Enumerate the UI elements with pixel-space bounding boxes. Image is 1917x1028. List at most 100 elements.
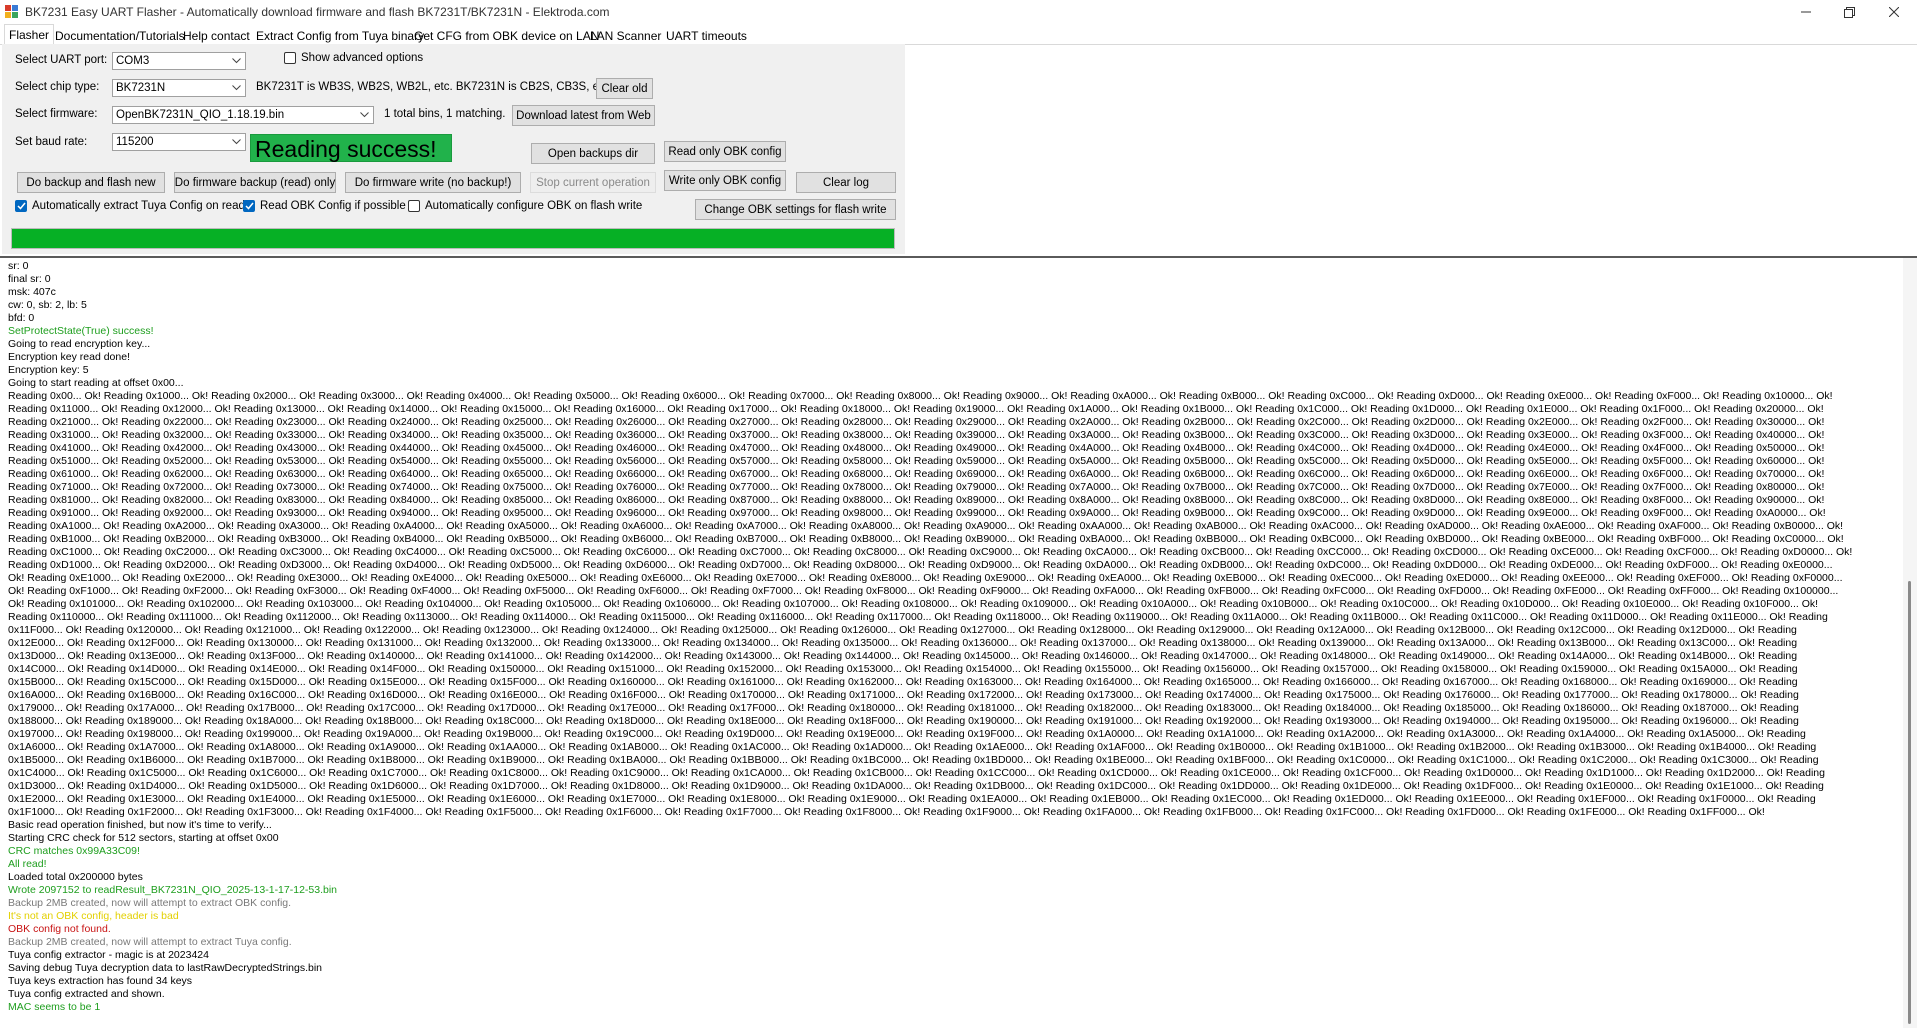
chevron-down-icon: [229, 134, 243, 150]
tab-documentation[interactable]: Documentation/Tutorials: [50, 26, 190, 44]
log-line: Encryption key read done!: [8, 351, 130, 363]
stop-operation-button[interactable]: Stop current operation: [530, 172, 656, 193]
log-output: sr: 0 final sr: 0 msk: 407c cw: 0, sb: 2, l…: [8, 260, 1900, 1014]
uart-port-value: COM3: [116, 55, 150, 67]
progress-bar: [11, 228, 895, 249]
maximize-icon[interactable]: [1826, 0, 1872, 24]
firmware-note: 1 total bins, 1 matching.: [384, 108, 506, 120]
uart-label: Select UART port:: [15, 54, 108, 66]
log-line: Basic read operation finished, but now i…: [8, 819, 272, 831]
log-panel[interactable]: sr: 0 final sr: 0 msk: 407c cw: 0, sb: 2, l…: [0, 256, 1917, 1028]
tab-help-contact[interactable]: Help contact: [178, 26, 255, 44]
log-line: Reading 0x00... Ok! Reading 0x1000... Ok…: [8, 390, 1833, 402]
log-line: Reading 0xD1000... Ok! Reading 0xD2000..…: [8, 559, 1833, 571]
log-line: cw: 0, sb: 2, lb: 5: [8, 299, 87, 311]
firmware-select[interactable]: OpenBK7231N_QIO_1.18.19.bin: [112, 106, 374, 124]
scrollbar-thumb[interactable]: [1908, 581, 1911, 1024]
log-scrollbar[interactable]: [1903, 258, 1917, 1028]
log-line: Reading 0x11000... Ok! Reading 0x12000..…: [8, 403, 1824, 415]
write-obk-config-button[interactable]: Write only OBK config: [664, 170, 786, 191]
log-line: Encryption key: 5: [8, 364, 89, 376]
read-obk-config-checkbox[interactable]: Read OBK Config if possible: [243, 200, 406, 212]
log-line: Going to read encryption key...: [8, 338, 151, 350]
log-line: It's not an OBK config, header is bad: [8, 910, 179, 922]
minimize-icon[interactable]: [1783, 0, 1829, 24]
close-icon[interactable]: [1871, 0, 1917, 24]
log-line: 0x1F1000... Ok! Reading 0x1F2000... Ok! …: [8, 806, 1765, 818]
chip-note: BK7231T is WB3S, WB2S, WB2L, etc. BK7231…: [256, 81, 608, 93]
show-advanced-checkbox[interactable]: Show advanced options: [284, 52, 423, 64]
log-line: Loaded total 0x200000 bytes: [8, 871, 143, 883]
log-line: 0x1B5000... Ok! Reading 0x1B6000... Ok! …: [8, 754, 1819, 766]
status-banner: Reading success!: [250, 134, 452, 162]
show-advanced-label: Show advanced options: [301, 52, 424, 64]
log-line: msk: 407c: [8, 286, 56, 298]
log-line: 0x197000... Ok! Reading 0x198000... Ok! …: [8, 728, 1806, 740]
log-line: Going to start reading at offset 0x00...: [8, 377, 184, 389]
tab-get-cfg-lan[interactable]: Get CFG from OBK device on LAN: [409, 26, 604, 44]
log-line: Reading 0x81000... Ok! Reading 0x82000..…: [8, 494, 1825, 506]
baud-rate-select[interactable]: 115200: [112, 133, 246, 151]
checkmark-icon: [243, 200, 255, 212]
log-line: Ok! Reading 0xF1000... Ok! Reading 0xF20…: [8, 585, 1839, 597]
log-line: 0x16A000... Ok! Reading 0x16B000... Ok! …: [8, 689, 1799, 701]
clear-log-button[interactable]: Clear log: [796, 172, 896, 193]
chevron-down-icon: [357, 107, 371, 123]
auto-configure-obk-checkbox[interactable]: Automatically configure OBK on flash wri…: [408, 200, 642, 212]
baud-label: Set baud rate:: [15, 136, 88, 148]
log-line: All read!: [8, 858, 47, 870]
auto-configure-obk-label: Automatically configure OBK on flash wri…: [425, 200, 643, 212]
log-line: Tuya config extractor - magic is at 2023…: [8, 949, 209, 961]
log-line: bfd: 0: [8, 312, 35, 324]
tab-flasher[interactable]: Flasher: [4, 24, 55, 45]
log-line: Saving debug Tuya decryption data to las…: [8, 962, 323, 974]
tab-lan-scanner[interactable]: LAN Scanner: [585, 26, 666, 44]
window-title: BK7231 Easy UART Flasher - Automatically…: [25, 5, 610, 19]
log-line: CRC matches 0x99A33C09!: [8, 845, 140, 857]
tab-bar: Flasher Documentation/Tutorials Help con…: [0, 24, 1917, 45]
log-line: Reading 0x110000... Ok! Reading 0x111000…: [8, 611, 1828, 623]
log-line: 0x1C4000... Ok! Reading 0x1C5000... Ok! …: [8, 767, 1825, 779]
log-line: Reading 0x21000... Ok! Reading 0x22000..…: [8, 416, 1825, 428]
baud-rate-value: 115200: [116, 136, 154, 148]
chevron-down-icon: [229, 80, 243, 96]
log-line: Reading 0x71000... Ok! Reading 0x72000..…: [8, 481, 1825, 493]
auto-extract-tuya-checkbox[interactable]: Automatically extract Tuya Config on rea…: [15, 200, 245, 212]
log-line: Reading 0xA1000... Ok! Reading 0xA2000..…: [8, 520, 1844, 532]
checkmark-icon: [15, 200, 27, 212]
tab-uart-timeouts[interactable]: UART timeouts: [661, 26, 752, 44]
log-line: 0x14C000... Ok! Reading 0x14D000... Ok! …: [8, 663, 1798, 675]
open-backups-button[interactable]: Open backups dir: [531, 143, 655, 164]
log-line: 0x11F000... Ok! Reading 0x120000... Ok! …: [8, 624, 1797, 636]
log-line: final sr: 0: [8, 273, 51, 285]
log-line: sr: 0: [8, 260, 29, 272]
log-line: MAC seems to be 1: [8, 1001, 101, 1013]
chip-type-select[interactable]: BK7231N: [112, 79, 246, 97]
firmware-backup-button[interactable]: Do firmware backup (read) only: [174, 172, 336, 193]
download-latest-button[interactable]: Download latest from Web: [512, 105, 655, 126]
tab-extract-config[interactable]: Extract Config from Tuya binary: [251, 26, 429, 44]
app-grid-icon: [5, 5, 19, 19]
log-line: 0x12E000... Ok! Reading 0x12F000... Ok! …: [8, 637, 1798, 649]
title-bar: BK7231 Easy UART Flasher - Automatically…: [0, 0, 1917, 24]
log-line: SetProtectState(True) success!: [8, 325, 154, 337]
flasher-panel: Select UART port: COM3 Show advanced opt…: [2, 44, 905, 254]
backup-and-flash-button[interactable]: Do backup and flash new: [17, 172, 165, 193]
log-line: Tuya config extracted and shown.: [8, 988, 165, 1000]
log-line: Reading 0x61000... Ok! Reading 0x62000..…: [8, 468, 1825, 480]
auto-extract-tuya-label: Automatically extract Tuya Config on rea…: [32, 200, 245, 212]
log-line: Ok! Reading 0xE1000... Ok! Reading 0xE20…: [8, 572, 1843, 584]
read-obk-config-button[interactable]: Read only OBK config: [664, 141, 786, 162]
log-line: 0x1A6000... Ok! Reading 0x1A7000... Ok! …: [8, 741, 1817, 753]
log-line: Tuya keys extraction has found 34 keys: [8, 975, 193, 987]
log-line: Reading 0x31000... Ok! Reading 0x32000..…: [8, 429, 1825, 441]
clear-old-button[interactable]: Clear old: [596, 78, 653, 99]
log-line: Backup 2MB created, now will attempt to …: [8, 897, 292, 909]
log-line: Reading 0x41000... Ok! Reading 0x42000..…: [8, 442, 1825, 454]
firmware-label: Select firmware:: [15, 108, 98, 120]
change-obk-settings-button[interactable]: Change OBK settings for flash write: [695, 199, 896, 220]
log-line: OBK config not found.: [8, 923, 111, 935]
uart-port-select[interactable]: COM3: [112, 52, 246, 70]
firmware-value: OpenBK7231N_QIO_1.18.19.bin: [116, 109, 285, 121]
firmware-write-button[interactable]: Do firmware write (no backup!): [345, 172, 521, 193]
